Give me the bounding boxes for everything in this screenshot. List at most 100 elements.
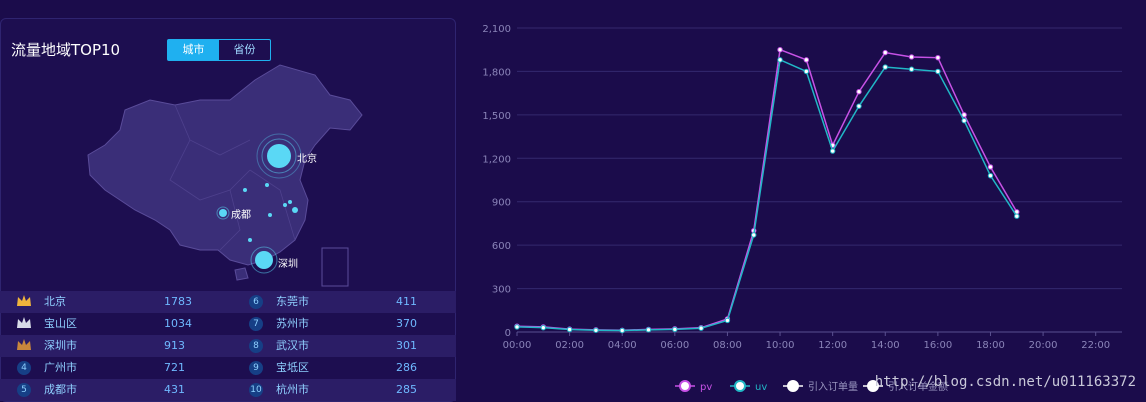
rank-name: 苏州市 [276, 317, 309, 330]
data-point-uv[interactable] [856, 103, 862, 109]
legend-label[interactable]: 引入订单量 [808, 381, 858, 393]
x-tick-label: 14:00 [871, 340, 900, 351]
data-point-uv[interactable] [961, 117, 967, 124]
y-axis-ticks: 0 300 600 900 1,200 1,500 1,800 2,100 [482, 24, 511, 339]
rank-index: 4 [17, 361, 31, 375]
legend-marker[interactable] [679, 380, 691, 392]
legend-marker[interactable] [734, 380, 746, 392]
x-tick-label: 04:00 [608, 340, 637, 351]
data-point-uv[interactable] [1014, 213, 1020, 219]
panel-title: 流量地域TOP10 [11, 41, 121, 59]
y-tick-label: 1,500 [482, 111, 511, 122]
data-point-uv[interactable] [777, 57, 783, 63]
traffic-line-chart: 0 300 600 900 1,200 1,500 1,800 2,100 00:00 02:0… [482, 24, 1122, 393]
watermark: http://blog.csdn.net/u011163372 [874, 374, 1136, 390]
rank-index: 7 [249, 317, 263, 331]
rank-value: 370 [396, 317, 417, 330]
x-tick-label: 22:00 [1081, 340, 1110, 351]
rank-name: 宝山区 [44, 317, 77, 330]
legend-label[interactable]: uv [755, 382, 767, 393]
x-tick-label: 02:00 [555, 340, 584, 351]
rank-index: 6 [249, 295, 263, 309]
city-province-toggle: 城市 省份 [167, 39, 271, 61]
data-point-uv[interactable] [724, 317, 731, 324]
rank-index: 8 [249, 339, 263, 353]
rank-index: 10 [249, 383, 263, 397]
rank-index: 9 [249, 361, 263, 375]
data-point-uv[interactable] [751, 232, 757, 238]
legend-label[interactable]: pv [700, 382, 712, 393]
map-mainland [87, 64, 363, 266]
x-tick-label: 08:00 [713, 340, 742, 351]
x-tick-label: 00:00 [503, 340, 532, 351]
gold-crown-icon [17, 295, 31, 306]
map-label-shenzhen: 深圳 [278, 258, 298, 270]
data-point-uv[interactable] [829, 148, 836, 154]
rank-value: 411 [396, 295, 417, 308]
data-point-uv[interactable] [987, 172, 994, 179]
y-tick-label: 0 [505, 328, 511, 339]
data-point-uv[interactable] [619, 327, 625, 334]
data-point-uv[interactable] [514, 324, 520, 330]
toggle-city[interactable]: 城市 [168, 40, 219, 60]
data-point-uv[interactable] [935, 68, 941, 75]
map-hainan [234, 267, 249, 281]
x-tick-label: 16:00 [923, 340, 952, 351]
table-row: 北京 1783 6 东莞市 411 [0, 291, 456, 313]
toggle-province[interactable]: 省份 [219, 40, 270, 60]
data-point-pv[interactable] [882, 49, 888, 56]
chengdu-marker[interactable] [219, 209, 227, 217]
rank-name: 杭州市 [276, 383, 309, 396]
rank-value: 285 [396, 383, 417, 396]
data-point-uv[interactable] [803, 68, 810, 75]
x-tick-label: 18:00 [976, 340, 1005, 351]
chart-series [514, 47, 1020, 334]
legend-marker[interactable] [787, 380, 799, 392]
x-tick-label: 10:00 [766, 340, 795, 351]
data-point-uv[interactable] [645, 327, 652, 333]
rank-value: 1783 [164, 295, 192, 308]
table-row: 宝山区 1034 7 苏州市 370 [0, 313, 456, 335]
data-point-uv[interactable] [672, 326, 678, 333]
data-point-uv[interactable] [698, 325, 704, 331]
data-point-uv[interactable] [593, 327, 599, 333]
table-row: 4 广州市 721 9 宝坻区 286 [0, 357, 456, 379]
map-label-chengdu: 成都 [231, 209, 251, 221]
rank-value: 913 [164, 339, 185, 352]
y-tick-label: 900 [492, 198, 511, 209]
data-point-pv[interactable] [935, 54, 941, 61]
rank-value: 301 [396, 339, 417, 352]
x-tick-label: 20:00 [1029, 340, 1058, 351]
map-label-beijing: 北京 [297, 152, 317, 165]
rank-value: 1034 [164, 317, 192, 330]
table-row: 深圳市 913 8 武汉市 301 [0, 335, 456, 357]
y-tick-label: 1,200 [482, 154, 511, 165]
map-south-sea-inset [321, 247, 349, 287]
rank-value: 286 [396, 361, 417, 374]
data-point-pv[interactable] [856, 88, 862, 95]
data-point-uv[interactable] [540, 324, 547, 331]
bronze-crown-icon [17, 339, 31, 350]
data-point-pv[interactable] [803, 57, 810, 63]
data-point-uv[interactable] [882, 64, 888, 70]
rank-index: 5 [17, 383, 31, 397]
rank-name: 深圳市 [44, 339, 77, 352]
data-point-pv[interactable] [777, 47, 783, 53]
rank-name: 成都市 [44, 383, 77, 396]
y-tick-label: 600 [492, 241, 511, 252]
rank-name: 东莞市 [276, 295, 309, 308]
data-point-pv[interactable] [987, 164, 994, 170]
shenzhen-marker[interactable] [255, 251, 273, 269]
beijing-marker[interactable] [267, 144, 291, 168]
chart-grid [517, 27, 1122, 333]
data-point-pv[interactable] [908, 54, 915, 60]
rank-name: 广州市 [44, 361, 77, 374]
rank-name: 武汉市 [276, 339, 309, 352]
table-row: 5 成都市 431 10 杭州市 285 [0, 379, 456, 401]
x-tick-label: 06:00 [660, 340, 689, 351]
data-point-uv[interactable] [908, 66, 915, 72]
data-point-uv[interactable] [566, 326, 573, 333]
rank-value: 431 [164, 383, 185, 396]
rank-name: 宝坻区 [276, 361, 309, 374]
x-axis-ticks: 00:00 02:00 04:00 06:00 08:00 10:00 12:00 14:00… [503, 332, 1110, 351]
